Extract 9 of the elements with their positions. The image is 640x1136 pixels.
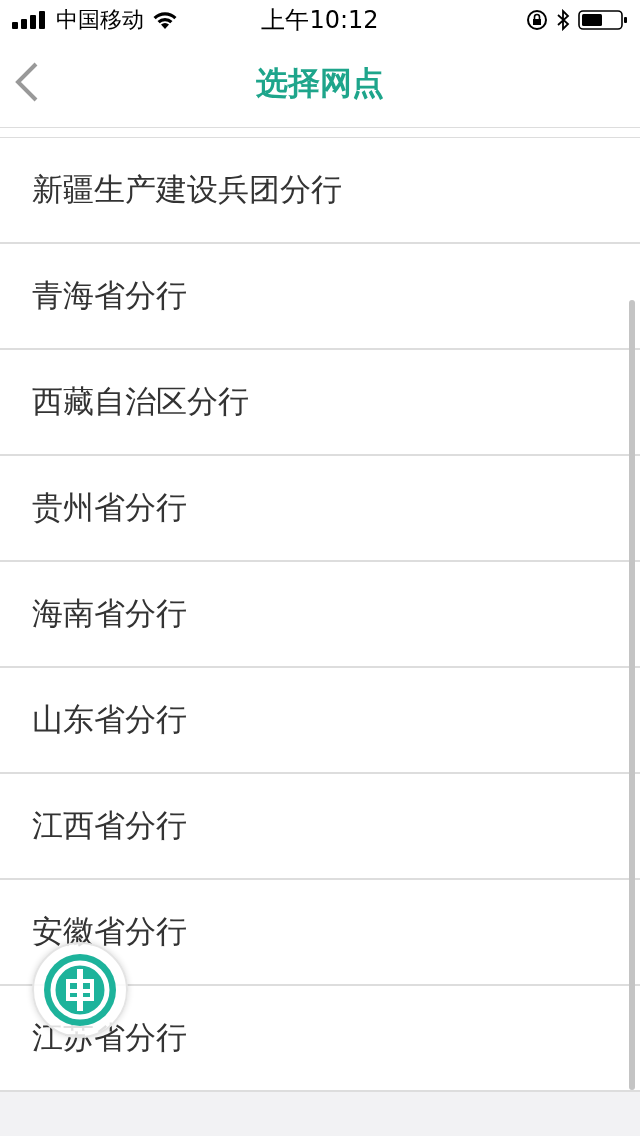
page-title: 选择网点 bbox=[256, 62, 384, 104]
status-time: 上午10:12 bbox=[261, 5, 379, 36]
signal-icon bbox=[12, 11, 48, 29]
carrier-name: 中国移动 bbox=[56, 6, 144, 34]
wifi-icon bbox=[152, 10, 178, 30]
branch-item[interactable]: 新疆生产建设兵团分行 bbox=[0, 138, 640, 244]
rotation-lock-icon bbox=[526, 9, 548, 31]
bluetooth-icon bbox=[556, 9, 570, 31]
battery-icon bbox=[578, 9, 628, 31]
